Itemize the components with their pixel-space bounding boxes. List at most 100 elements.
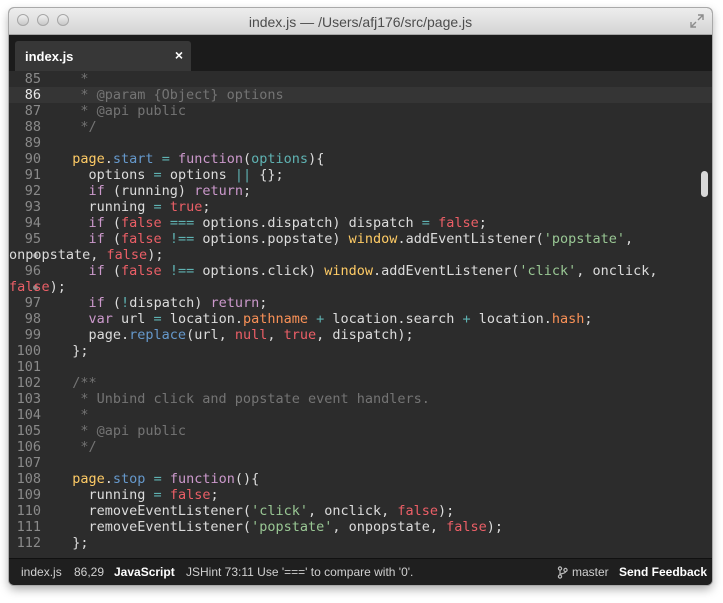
tab-close-icon[interactable]: × (175, 47, 183, 63)
code-line[interactable]: options = options || {}; (56, 167, 284, 183)
code-token: options.dispatch) dispatch (194, 215, 422, 231)
code-token: !== (169, 231, 195, 247)
line-number: 87 (24, 103, 41, 119)
code-token: , onpopstate, (332, 519, 447, 535)
code-token: * Unbind click and popstate event handle… (56, 391, 430, 407)
code-token: var (88, 311, 113, 327)
code-token: options.popstate) (194, 231, 349, 247)
code-line[interactable]: if (false === options.dispatch) dispatch… (56, 215, 487, 231)
code-line[interactable]: page.start = function(options){ (56, 151, 324, 167)
code-line[interactable]: * @param {Object} options (56, 87, 283, 103)
line-number: 98 (24, 311, 41, 327)
tab-index-js[interactable]: index.js × (15, 41, 191, 71)
code-line[interactable]: if (false !== options.popstate) window.a… (56, 231, 634, 247)
line-number: 93 (24, 199, 41, 215)
tab-bar: index.js × (9, 35, 712, 71)
code-area[interactable]: * * @param {Object} options * @api publi… (9, 71, 696, 558)
vertical-scrollbar[interactable] (701, 171, 708, 197)
line-number: 109 (16, 487, 41, 503)
code-line[interactable]: * Unbind click and popstate event handle… (56, 391, 430, 407)
code-token: = (153, 311, 162, 327)
code-line[interactable]: }; (56, 535, 88, 551)
code-line[interactable]: if (false !== options.click) window.addE… (56, 263, 658, 279)
code-token: * (56, 71, 89, 87)
code-line[interactable]: page.replace(url, null, true, dispatch); (56, 327, 414, 343)
code-token: page (72, 471, 105, 487)
line-number: 97 (24, 295, 41, 311)
code-token: ; (259, 295, 268, 311)
line-number: 100 (16, 343, 41, 359)
code-line[interactable]: page.stop = function(){ (56, 471, 259, 487)
code-token: .addEventListener( (397, 231, 544, 247)
line-number: 108 (16, 471, 41, 487)
git-branch-name[interactable]: master (572, 565, 609, 579)
code-line[interactable]: */ (56, 119, 96, 135)
code-line[interactable]: var url = location.pathname + location.s… (56, 311, 593, 327)
line-number-gutter: 85 86 87 88 89 90 91 92 93 94 95 96 97 98 99 100 101 102 1… (9, 71, 55, 558)
code-token: running (56, 199, 154, 215)
code-token: , onclick, (307, 503, 398, 519)
line-number: 92 (24, 183, 41, 199)
code-editor[interactable]: 85 86 87 88 89 90 91 92 93 94 95 96 97 98 99 100 101 102 1… (9, 71, 712, 558)
code-line[interactable]: * (56, 407, 88, 423)
code-line[interactable]: * @api public (56, 103, 186, 119)
code-token: (running) (104, 183, 195, 199)
code-token: 'click' (519, 263, 577, 279)
code-line[interactable]: onpopstate, false); (9, 247, 163, 263)
code-token: === (169, 215, 195, 231)
fullscreen-icon[interactable] (690, 14, 704, 28)
line-number: 90 (24, 151, 41, 167)
code-token: false (397, 503, 439, 519)
code-line[interactable]: }; (56, 343, 88, 359)
code-token: ( (104, 215, 122, 231)
code-line[interactable]: */ (56, 439, 96, 455)
code-token: 'click' (251, 503, 308, 519)
code-token: !== (169, 263, 195, 279)
code-token: if (88, 183, 105, 199)
line-number: 95 (24, 231, 41, 247)
code-token: function (169, 471, 235, 487)
line-number: 101 (16, 359, 41, 375)
code-line[interactable]: running = false; (56, 487, 219, 503)
code-token: = (153, 487, 162, 503)
code-token: , (267, 327, 284, 343)
code-token: 'popstate' (543, 231, 626, 247)
code-line[interactable]: * @api public (56, 423, 186, 439)
code-line[interactable]: if (!dispatch) return; (56, 295, 268, 311)
code-line[interactable]: if (running) return; (56, 183, 252, 199)
code-token: false (121, 231, 162, 247)
code-line[interactable]: * (56, 71, 89, 87)
code-token: ( (104, 231, 122, 247)
code-line[interactable]: running = true; (56, 199, 211, 215)
code-token: ; (210, 487, 219, 503)
syntax-selector[interactable]: JavaScript (114, 565, 175, 579)
code-token: true (169, 199, 203, 215)
code-token: false (106, 247, 148, 263)
code-token: ; (478, 215, 487, 231)
line-number: 102 (16, 375, 41, 391)
send-feedback-button[interactable]: Send Feedback (619, 565, 707, 579)
code-token: location. (470, 311, 552, 327)
line-number: 85 (24, 71, 41, 87)
code-token: = (421, 215, 430, 231)
code-line[interactable]: removeEventListener('popstate', onpopsta… (56, 519, 504, 535)
code-token: dispatch) (129, 295, 211, 311)
code-token: if (88, 215, 105, 231)
code-token: if (88, 231, 105, 247)
code-line[interactable]: false); (9, 279, 66, 295)
code-token: * @api public (56, 103, 187, 119)
line-number: 112 (16, 535, 41, 551)
code-token: if (88, 263, 105, 279)
code-line[interactable]: /** (56, 375, 96, 391)
line-number: 110 (16, 503, 41, 519)
code-line[interactable]: removeEventListener('click', onclick, fa… (56, 503, 455, 519)
